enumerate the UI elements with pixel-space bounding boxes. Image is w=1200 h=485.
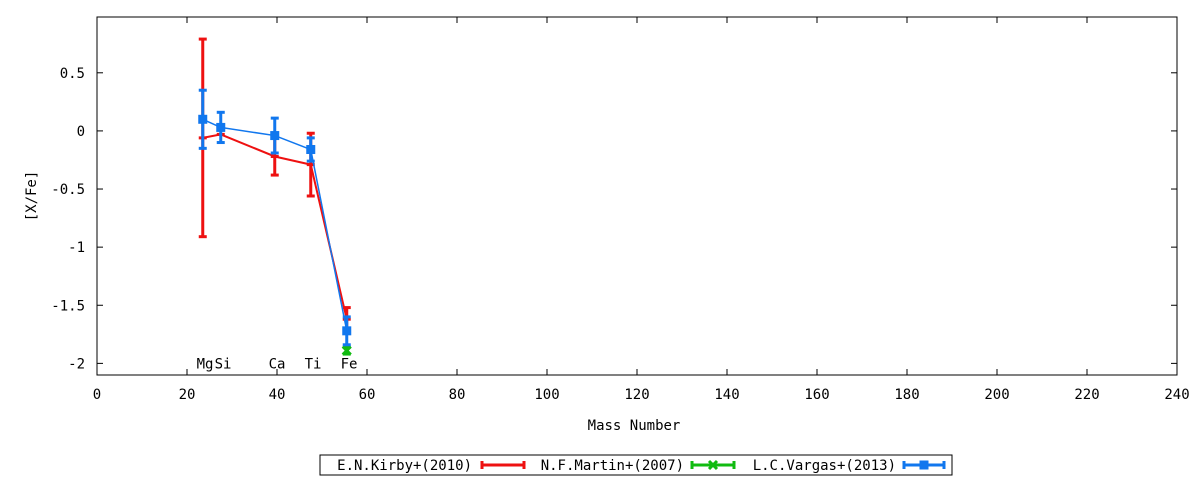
y-tick-label: 0.5 (60, 66, 85, 82)
x-tick-label: 160 (804, 387, 829, 403)
x-tick-label: 80 (449, 387, 466, 403)
y-axis-label: [X/Fe] (24, 171, 40, 222)
element-label: Ca (269, 356, 286, 372)
x-tick-label: 40 (269, 387, 286, 403)
series (341, 345, 352, 356)
x-tick-label: 120 (624, 387, 649, 403)
data-point (198, 114, 208, 124)
series (198, 37, 351, 333)
x-tick-label: 180 (894, 387, 919, 403)
plot-frame (96, 16, 1178, 376)
legend-label: E.N.Kirby+(2010) (337, 458, 472, 474)
y-tick-label: -0.5 (51, 182, 85, 198)
x-tick-label: 20 (179, 387, 196, 403)
legend-label: N.F.Martin+(2007) (541, 458, 684, 474)
x-tick-label: 240 (1164, 387, 1189, 403)
legend: E.N.Kirby+(2010) N.F.Martin+(2007) L.C.Var… (319, 454, 953, 476)
legend-label: L.C.Vargas+(2013) (753, 458, 896, 474)
data-point (306, 145, 316, 155)
x-tick-label: 60 (359, 387, 376, 403)
x-tick-label: 200 (984, 387, 1009, 403)
y-tick-label: -1.5 (51, 298, 85, 314)
x-tick-label: 100 (534, 387, 559, 403)
series (198, 88, 352, 347)
element-label: Ti (305, 356, 322, 372)
element-label: Si (215, 356, 232, 372)
data-point (216, 122, 226, 132)
element-label: Mg (197, 356, 214, 372)
data-point (342, 326, 352, 336)
element-label: Fe (341, 356, 358, 372)
data-point (270, 131, 280, 141)
y-tick-label: -1 (68, 240, 85, 256)
chart: -2 -1.5 -1 -0.5 0 0.5 0 20 40 60 80 100 120 140 160 18… (0, 0, 1200, 480)
x-tick-label: 0 (93, 387, 101, 403)
y-tick-label: -2 (68, 356, 85, 372)
y-tick-label: 0 (77, 124, 85, 140)
x-axis-label: Mass Number (588, 418, 681, 434)
legend-marker (919, 460, 929, 470)
element-labels: Mg Si Ca Ti Fe (197, 356, 358, 372)
series-layer (198, 37, 352, 356)
chart-svg: -2 -1.5 -1 -0.5 0 0.5 0 20 40 60 80 100 120 140 160 18… (24, 16, 1190, 476)
x-tick-label: 140 (714, 387, 739, 403)
x-tick-label: 220 (1074, 387, 1099, 403)
x-axis: 0 20 40 60 80 100 120 140 160 180 200 220 240 (93, 17, 1190, 403)
